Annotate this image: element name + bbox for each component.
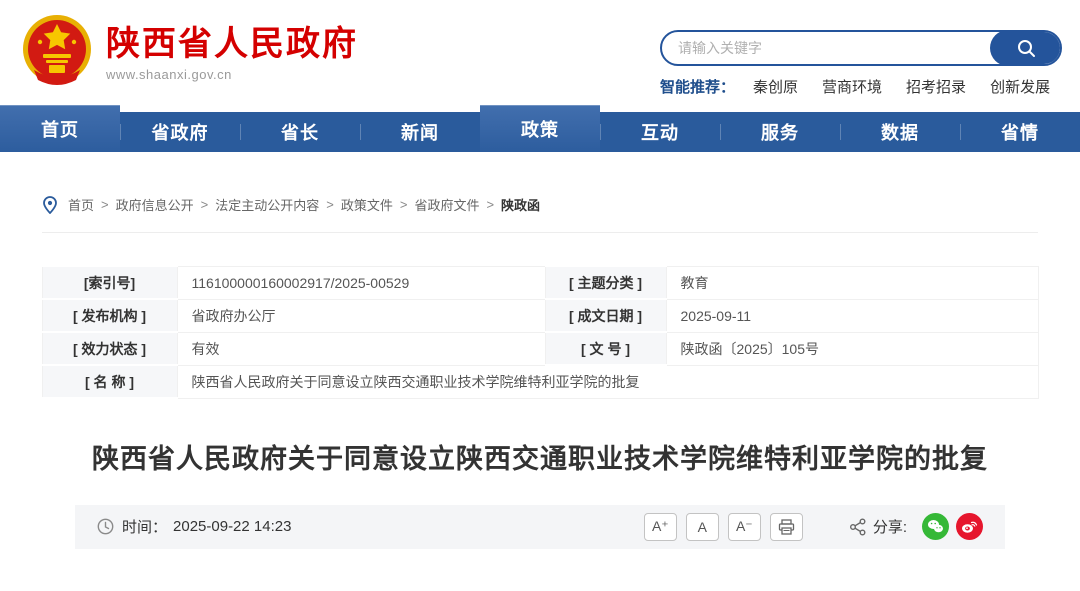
search-area: [660, 30, 1062, 66]
breadcrumb-item-statutory-disclosure[interactable]: 法定主动公开内容: [215, 195, 319, 214]
share-label: 分享:: [872, 519, 907, 537]
meta-label-doc-number: [ 文 号 ]: [544, 331, 667, 366]
meta-value-issue-date: 2025-09-11: [665, 298, 1039, 333]
table-row: [ 发布机构 ] 省政府办公厅 [ 成文日期 ] 2025-09-11: [41, 298, 1039, 333]
recommend-label: 智能推荐：: [660, 79, 736, 96]
weibo-share-icon[interactable]: [956, 513, 983, 541]
breadcrumb-separator: >: [486, 197, 495, 212]
site-url: www.shaanxi.gov.cn: [106, 67, 232, 83]
table-row: [索引号] 116100000160002917/2025-00529 [ 主题…: [41, 265, 1039, 300]
nav-item-province-profile[interactable]: 省情: [960, 112, 1080, 152]
meta-label-index-number: [索引号]: [41, 265, 178, 300]
breadcrumb-item-provincial-docs[interactable]: 省政府文件: [414, 195, 479, 214]
breadcrumb-separator: >: [326, 197, 334, 212]
national-emblem-icon: [23, 15, 91, 85]
share-icon: [849, 518, 866, 536]
meta-label-topic-category: [ 主题分类 ]: [544, 265, 667, 300]
nav-item-services[interactable]: 服务: [720, 112, 840, 152]
site-header: 陕西省人民政府 www.shaanxi.gov.cn 智能推荐： 秦创原 营商环…: [0, 0, 1080, 100]
search-button[interactable]: [990, 32, 1060, 64]
nav-item-home[interactable]: 首页: [0, 105, 120, 152]
print-button[interactable]: [769, 512, 803, 541]
nav-item-interaction[interactable]: 互动: [600, 112, 720, 152]
table-row: [ 效力状态 ] 有效 [ 文 号 ] 陕政函〔2025〕105号: [41, 331, 1039, 366]
breadcrumb-separator: >: [399, 197, 408, 212]
breadcrumb-item-gov-info[interactable]: 政府信息公开: [116, 195, 194, 214]
nav-item-policy[interactable]: 政策: [480, 105, 600, 152]
breadcrumb-item-current: 陕政函: [501, 198, 541, 213]
font-increase-button[interactable]: A⁺: [643, 512, 677, 541]
font-decrease-button[interactable]: A⁻: [727, 512, 761, 541]
nav-item-governor[interactable]: 省长: [240, 112, 360, 152]
article-toolbar: 时间： 2025-09-22 14:23 A⁺ A A⁻ 分享:: [75, 504, 1005, 549]
recommend-link-qinchuangyuan[interactable]: 秦创原: [753, 76, 798, 97]
wechat-share-icon[interactable]: [922, 513, 949, 541]
location-pin-icon: [42, 195, 58, 214]
site-title: 陕西省人民政府: [106, 25, 358, 63]
breadcrumb-item-policy-documents[interactable]: 政策文件: [341, 195, 393, 214]
recommend-link-recruitment[interactable]: 招考招录: [906, 76, 966, 97]
meta-value-topic-category: 教育: [665, 265, 1039, 300]
breadcrumb-item-home[interactable]: 首页: [68, 195, 94, 214]
doc-meta-table: [索引号] 116100000160002917/2025-00529 [ 主题…: [41, 265, 1039, 399]
meta-label-issuing-agency: [ 发布机构 ]: [41, 298, 178, 333]
time-value: 2025-09-22 14:23: [173, 518, 292, 536]
meta-value-title: 陕西省人民政府关于同意设立陕西交通职业技术学院维特利亚学院的批复: [176, 364, 1039, 399]
brand-text: 陕西省人民政府 www.shaanxi.gov.cn: [106, 12, 358, 82]
recommend-link-business-env[interactable]: 营商环境: [822, 76, 882, 97]
page-title: 陕西省人民政府关于同意设立陕西交通职业技术学院维特利亚学院的批复: [92, 444, 988, 474]
meta-value-index-number: 116100000160002917/2025-00529: [176, 265, 546, 300]
meta-label-validity-status: [ 效力状态 ]: [41, 331, 178, 366]
nav-item-provincial-government[interactable]: 省政府: [120, 112, 240, 152]
site-logo[interactable]: 陕西省人民政府 www.shaanxi.gov.cn: [20, 12, 358, 88]
meta-value-issuing-agency: 省政府办公厅: [176, 298, 546, 333]
meta-label-title: [ 名 称 ]: [41, 364, 178, 399]
nav-item-data[interactable]: 数据: [840, 112, 960, 152]
breadcrumb: 首页 > 政府信息公开 > 法定主动公开内容 > 政策文件 > 省政府文件 > …: [42, 195, 1038, 233]
printer-icon: [778, 519, 794, 535]
clock-icon: [97, 518, 114, 535]
table-row: [ 名 称 ] 陕西省人民政府关于同意设立陕西交通职业技术学院维特利亚学院的批复: [41, 364, 1039, 399]
meta-value-validity-status: 有效: [176, 331, 546, 366]
breadcrumb-separator: >: [200, 197, 209, 212]
smart-recommend: 智能推荐： 秦创原 营商环境 招考招录 创新发展: [660, 76, 1062, 97]
publish-time: 时间： 2025-09-22 14:23: [97, 516, 291, 537]
font-normal-button[interactable]: A: [685, 512, 719, 541]
nav-item-news[interactable]: 新闻: [360, 112, 480, 152]
breadcrumb-separator: >: [101, 197, 109, 212]
meta-value-doc-number: 陕政函〔2025〕105号: [665, 331, 1039, 366]
search-icon: [1018, 40, 1035, 57]
main-nav: 首页 省政府 省长 新闻 政策 互动 服务 数据 省情: [0, 105, 1080, 152]
search-input[interactable]: [662, 40, 990, 56]
recommend-link-innovation[interactable]: 创新发展: [990, 76, 1050, 97]
meta-label-issue-date: [ 成文日期 ]: [544, 298, 667, 333]
share-group: 分享:: [849, 513, 983, 541]
search-box: [660, 30, 1062, 66]
time-label: 时间：: [122, 519, 168, 537]
